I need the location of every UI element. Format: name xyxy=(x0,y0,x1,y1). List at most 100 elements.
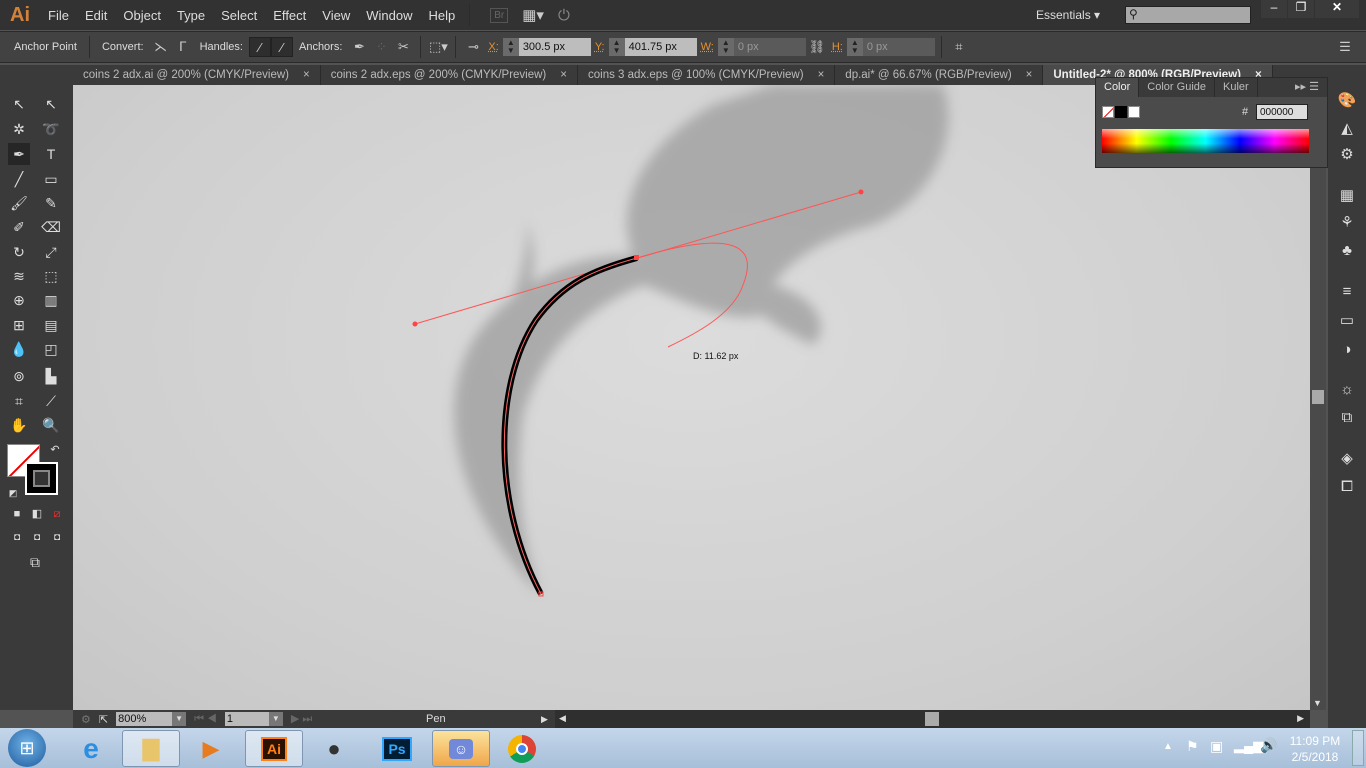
stroke-swatch[interactable] xyxy=(25,462,58,495)
rectangle-tool-icon[interactable]: ▭ xyxy=(40,168,62,190)
default-colors-icon[interactable]: ◩ xyxy=(2,482,24,504)
tab-coins-2-eps[interactable]: coins 2 adx.eps @ 200% (CMYK/Preview) × xyxy=(321,65,578,85)
remove-anchor-icon[interactable]: ✒ xyxy=(348,37,370,57)
constrain-link-icon[interactable]: ⛓ xyxy=(806,37,828,57)
transparency-icon[interactable]: ◑ xyxy=(1337,340,1357,360)
mesh-tool-icon[interactable]: ⊞ xyxy=(8,314,30,336)
transform-icon[interactable]: ⌗ xyxy=(948,37,970,57)
stroke-icon[interactable]: ≡ xyxy=(1337,282,1357,302)
align-icon[interactable]: ⊸ xyxy=(462,37,484,57)
color-guide-icon[interactable]: ◭ xyxy=(1337,119,1357,139)
draw-inside-icon[interactable]: ◘ xyxy=(46,527,68,549)
show-desktop-button[interactable] xyxy=(1352,730,1364,766)
graph-tool-icon[interactable]: ▙ xyxy=(40,365,62,387)
convert-smooth-icon[interactable]: ᒥ xyxy=(172,37,194,57)
w-input[interactable]: 0 px xyxy=(733,38,806,56)
panel-menu-icon[interactable]: ▸▸ ☰ xyxy=(1287,78,1327,97)
menu-effect[interactable]: Effect xyxy=(265,8,314,23)
blend-tool-icon[interactable]: ◰ xyxy=(40,338,62,360)
color-panel-icon[interactable]: 🎨 xyxy=(1337,91,1357,111)
tab-kuler[interactable]: Kuler xyxy=(1215,78,1258,97)
none-mode-icon[interactable]: ⧄ xyxy=(46,503,68,525)
next-artboard-button[interactable]: ▶ ⏭ xyxy=(291,712,312,726)
tab-dp-ai[interactable]: dp.ai* @ 66.67% (RGB/Preview) × xyxy=(835,65,1044,85)
rotate-tool-icon[interactable]: ↻ xyxy=(8,241,30,263)
draw-normal-icon[interactable]: ◘ xyxy=(6,527,28,549)
swatches-icon[interactable]: ▦ xyxy=(1337,186,1357,206)
convert-corner-icon[interactable]: ⋋ xyxy=(150,37,172,57)
hide-handles-icon[interactable]: ⁄ xyxy=(270,37,293,57)
power-icon[interactable]: ▣ xyxy=(1210,738,1223,755)
h-spinner[interactable]: ▲ ▼ xyxy=(846,38,863,56)
gradient-mode-icon[interactable]: ◧ xyxy=(26,503,48,525)
eyedropper-tool-icon[interactable]: 💧 xyxy=(8,338,30,360)
menu-edit[interactable]: Edit xyxy=(77,8,115,23)
artboard-nav-icon[interactable]: ⚙ xyxy=(81,713,91,726)
taskbar-illustrator[interactable]: Ai xyxy=(245,730,303,767)
color-mode-icon[interactable]: ■ xyxy=(6,503,28,525)
tab-coins-3-eps[interactable]: coins 3 adx.eps @ 100% (CMYK/Preview) × xyxy=(578,65,836,85)
gradient-tool-icon[interactable]: ▤ xyxy=(40,314,62,336)
isolate-icon[interactable]: ⬚▾ xyxy=(427,37,449,57)
shape-builder-tool-icon[interactable]: ⊕ xyxy=(8,289,30,311)
width-tool-icon[interactable]: ≋ xyxy=(8,265,30,287)
artboard-tool-icon[interactable]: ⌗ xyxy=(8,390,30,412)
slice-tool-icon[interactable]: ⟋ xyxy=(40,390,62,412)
status-menu-arrow[interactable]: ▶ xyxy=(541,714,548,725)
brushes-icon[interactable]: ⚘ xyxy=(1337,213,1357,233)
taskbar-media-player[interactable]: ▶ xyxy=(182,730,240,767)
direction-handle-point[interactable] xyxy=(858,189,864,195)
menu-object[interactable]: Object xyxy=(115,8,169,23)
horizontal-scrollbar[interactable]: ◀ ▶ xyxy=(555,710,1310,728)
anchor-point[interactable] xyxy=(634,255,639,260)
show-hidden-icons[interactable]: ▲ xyxy=(1163,741,1173,752)
swap-fill-stroke-icon[interactable]: ↶ xyxy=(44,439,66,461)
panel-menu-icon[interactable]: ☰ xyxy=(1334,37,1356,57)
h-input[interactable]: 0 px xyxy=(862,38,935,56)
taskbar-windows-explorer[interactable]: ▇ xyxy=(122,730,180,767)
symbol-sprayer-tool-icon[interactable]: ⊚ xyxy=(8,365,30,387)
volume-icon[interactable]: 🔊 xyxy=(1260,737,1277,754)
taskbar-discord[interactable]: ☺ xyxy=(432,730,490,767)
layers-icon[interactable]: ◈ xyxy=(1337,449,1357,469)
direction-handle-point[interactable] xyxy=(412,321,418,327)
search-input[interactable]: ⚲ xyxy=(1125,6,1251,24)
kuler-icon[interactable]: ⚙ xyxy=(1337,145,1357,165)
free-transform-tool-icon[interactable]: ⬚ xyxy=(40,265,62,287)
hex-input[interactable]: 000000 xyxy=(1256,104,1308,120)
pen-tool-icon[interactable]: ✒ xyxy=(8,143,30,165)
perspective-grid-tool-icon[interactable]: ▥ xyxy=(40,289,62,311)
w-spinner[interactable]: ▲ ▼ xyxy=(717,38,734,56)
paintbrush-tool-icon[interactable]: 🖌 xyxy=(8,192,30,214)
artboard-select[interactable]: 1 xyxy=(224,712,269,726)
bridge-button[interactable]: Br xyxy=(490,7,509,23)
color-spectrum[interactable] xyxy=(1102,129,1309,153)
blob-brush-tool-icon[interactable]: ✐ xyxy=(8,216,30,238)
action-center-icon[interactable]: ⚑ xyxy=(1186,738,1199,755)
vertical-scrollbar[interactable]: ▼ xyxy=(1310,85,1326,710)
workspace-switcher[interactable]: Essentials ▾ xyxy=(1036,8,1100,22)
taskbar-internet-explorer[interactable]: e xyxy=(62,730,120,767)
draw-behind-icon[interactable]: ◘ xyxy=(26,527,48,549)
network-icon[interactable]: ▂▄▆ xyxy=(1234,738,1263,754)
scroll-thumb[interactable] xyxy=(1312,390,1324,404)
taskbar-photoshop[interactable]: Ps xyxy=(368,730,426,767)
tab-close-icon[interactable]: × xyxy=(560,65,567,85)
arrange-documents-icon[interactable]: ▦▾ xyxy=(522,6,544,24)
artboard-canvas[interactable]: D: 11.62 px xyxy=(73,85,1310,710)
graphic-styles-icon[interactable]: ⧉ xyxy=(1337,408,1357,428)
direct-selection-tool-icon[interactable]: ↖ xyxy=(40,93,62,115)
show-handles-icon[interactable]: ⁄ xyxy=(248,37,271,57)
eraser-tool-icon[interactable]: ⌫ xyxy=(40,216,62,238)
tab-close-icon[interactable]: × xyxy=(1026,65,1033,85)
close-button[interactable]: ✕ xyxy=(1315,0,1359,18)
selection-tool-icon[interactable]: ↖ xyxy=(8,93,30,115)
zoom-tool-icon[interactable]: 🔍 xyxy=(40,414,62,436)
taskbar-game[interactable]: ● xyxy=(305,730,363,767)
tab-color-guide[interactable]: Color Guide xyxy=(1139,78,1215,97)
minimize-button[interactable]: – xyxy=(1261,0,1287,18)
start-button[interactable]: ⊞ xyxy=(8,729,46,767)
h-scroll-thumb[interactable] xyxy=(925,712,939,726)
x-input[interactable]: 300.5 px xyxy=(518,38,591,56)
lasso-tool-icon[interactable]: ➰ xyxy=(40,118,62,140)
